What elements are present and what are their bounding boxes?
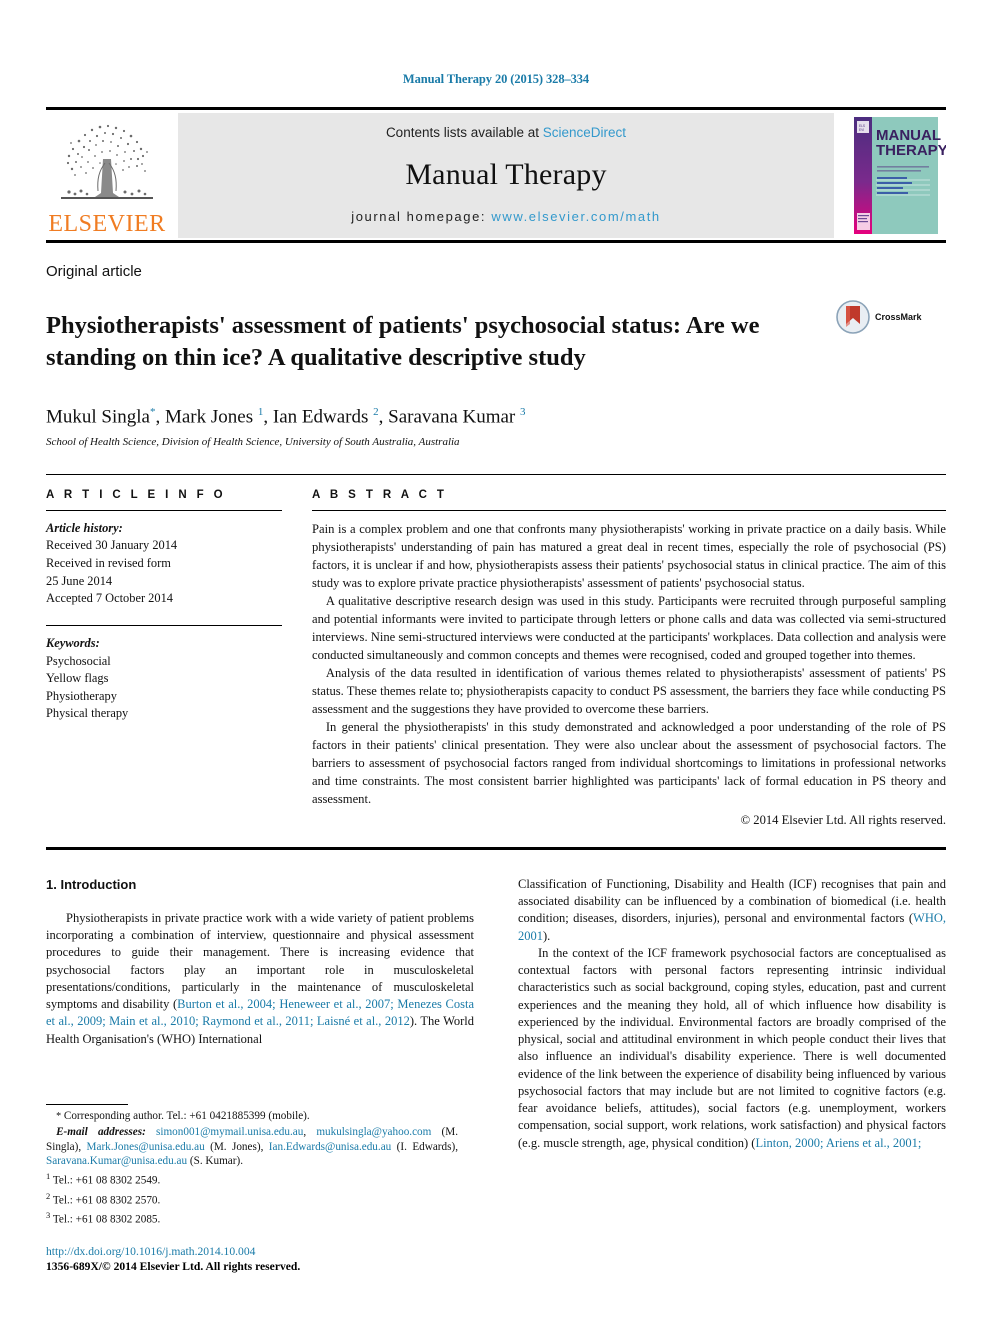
abstract-paragraph: Analysis of the data resulted in identif…	[312, 665, 946, 716]
journal-homepage-line: journal homepage: www.elsevier.com/math	[351, 209, 661, 224]
article-history-label: Article history:	[46, 520, 123, 535]
journal-cover-image: ELS EVI MANUAL THERAPY	[854, 117, 948, 234]
abstract-column: A B S T R A C T Pain is a complex proble…	[306, 489, 946, 829]
info-abstract-grid: A R T I C L E I N F O Article history: R…	[46, 489, 946, 829]
article-info-heading: A R T I C L E I N F O	[46, 488, 227, 501]
keyword-item: Yellow flags	[46, 671, 109, 686]
elsevier-tree-icon	[61, 124, 153, 199]
history-item: Received 30 January 2014	[46, 538, 178, 553]
footnote-marker: 2	[46, 1190, 51, 1201]
body-column-right: Classification of Functioning, Disabilit…	[496, 876, 946, 1152]
contents-prefix-text: Contents lists available at	[385, 125, 543, 140]
article-type: Original article	[46, 263, 142, 280]
footnote-marker: 1	[46, 1171, 51, 1182]
affiliation: School of Health Science, Division of He…	[46, 435, 460, 448]
journal-title: Manual Therapy	[405, 157, 607, 191]
running-head: Manual Therapy 20 (2015) 328–334	[402, 72, 590, 86]
article-info-column: A R T I C L E I N F O Article history: R…	[46, 489, 306, 829]
footnote-tel-text: Tel.: +61 08 8302 2549.	[52, 1174, 161, 1187]
masthead-center: Contents lists available at ScienceDirec…	[178, 113, 834, 238]
footnote-rule	[46, 1104, 128, 1106]
abstract-paragraph: In general the physiotherapists' in this…	[312, 719, 946, 806]
svg-text:THERAPY: THERAPY	[876, 142, 946, 159]
footnote-block: * Corresponding author. Tel.: +61 042188…	[46, 1104, 458, 1275]
crossmark-badge[interactable]: CrossMark	[836, 294, 946, 334]
sciencedirect-link[interactable]: ScienceDirect	[543, 125, 626, 140]
keyword-item: Physiotherapy	[46, 688, 117, 703]
footnote-corresponding-author: * Corresponding author. Tel.: +61 042188…	[56, 1110, 310, 1123]
doi-block: http://dx.doi.org/10.1016/j.math.2014.10…	[46, 1244, 458, 1275]
doi-link[interactable]: http://dx.doi.org/10.1016/j.math.2014.10…	[46, 1244, 458, 1260]
footnote-tel: 3 Tel.: +61 08 8302 2085.	[46, 1210, 458, 1228]
abstract-body: Pain is a complex problem and one that c…	[312, 520, 946, 829]
section-heading-introduction: 1. Introduction	[46, 876, 137, 892]
journal-masthead: ELSEVIER Contents lists available at Sci…	[46, 113, 948, 238]
journal-homepage-link[interactable]: www.elsevier.com/math	[491, 209, 660, 224]
abstract-rule	[312, 509, 946, 511]
title-row: Physiotherapists' assessment of patients…	[46, 294, 946, 390]
author-list: Mukul Singla*, Mark Jones 1, Ian Edwards…	[46, 405, 526, 427]
article-history-block: Article history: Received 30 January 201…	[46, 520, 282, 608]
history-item: 25 June 2014	[46, 573, 113, 588]
footnote-marker: 3	[46, 1210, 51, 1221]
footnote-email-addresses: E-mail addresses: simon001@mymail.unisa.…	[46, 1125, 459, 1168]
issn-copyright-line: 1356-689X/© 2014 Elsevier Ltd. All right…	[46, 1260, 301, 1274]
keywords-label: Keywords:	[46, 635, 100, 650]
footnote-tel: 1 Tel.: +61 08 8302 2549.	[46, 1171, 458, 1189]
abstract-bottom-rule	[46, 846, 946, 850]
footnote-tel-text: Tel.: +61 08 8302 2085.	[52, 1213, 161, 1226]
elsevier-logo: ELSEVIER	[46, 113, 168, 238]
crossmark-label: CrossMark	[875, 312, 922, 322]
keywords-rule	[46, 624, 282, 626]
body-paragraph: Physiotherapists in private practice wor…	[46, 910, 475, 1046]
article-info-rule	[46, 509, 282, 511]
page-title: Physiotherapists' assessment of patients…	[46, 312, 760, 371]
history-item: Accepted 7 October 2014	[46, 591, 173, 606]
homepage-prefix-text: journal homepage:	[351, 209, 492, 224]
abstract-copyright: © 2014 Elsevier Ltd. All rights reserved…	[740, 812, 946, 827]
keyword-item: Physical therapy	[46, 706, 129, 721]
footnote-tel-text: Tel.: +61 08 8302 2570.	[52, 1194, 161, 1207]
abstract-paragraph: Pain is a complex problem and one that c…	[312, 521, 946, 590]
abstract-heading: A B S T R A C T	[312, 488, 448, 501]
contents-available-line: Contents lists available at ScienceDirec…	[386, 125, 626, 140]
crossmark-icon	[836, 300, 870, 334]
elsevier-wordmark: ELSEVIER	[48, 211, 166, 237]
keyword-item: Psychosocial	[46, 653, 111, 668]
body-paragraph: In the context of the ICF framework psyc…	[518, 945, 946, 1150]
info-top-rule	[46, 473, 946, 475]
article-page: Manual Therapy 20 (2015) 328–334 ELSEVIE…	[0, 0, 992, 1323]
body-paragraph: Classification of Functioning, Disabilit…	[518, 876, 946, 943]
svg-text:EVI: EVI	[859, 128, 864, 132]
masthead-bottom-rule	[46, 240, 946, 243]
journal-cover-thumbnail[interactable]: ELS EVI MANUAL THERAPY	[846, 113, 948, 238]
footnote-tel: 2 Tel.: +61 08 8302 2570.	[46, 1191, 458, 1209]
history-item: Received in revised form	[46, 556, 171, 571]
masthead-top-rule	[46, 107, 946, 110]
abstract-paragraph: A qualitative descriptive research desig…	[312, 593, 946, 662]
keywords-block: Keywords: Psychosocial Yellow flags Phys…	[46, 635, 282, 723]
